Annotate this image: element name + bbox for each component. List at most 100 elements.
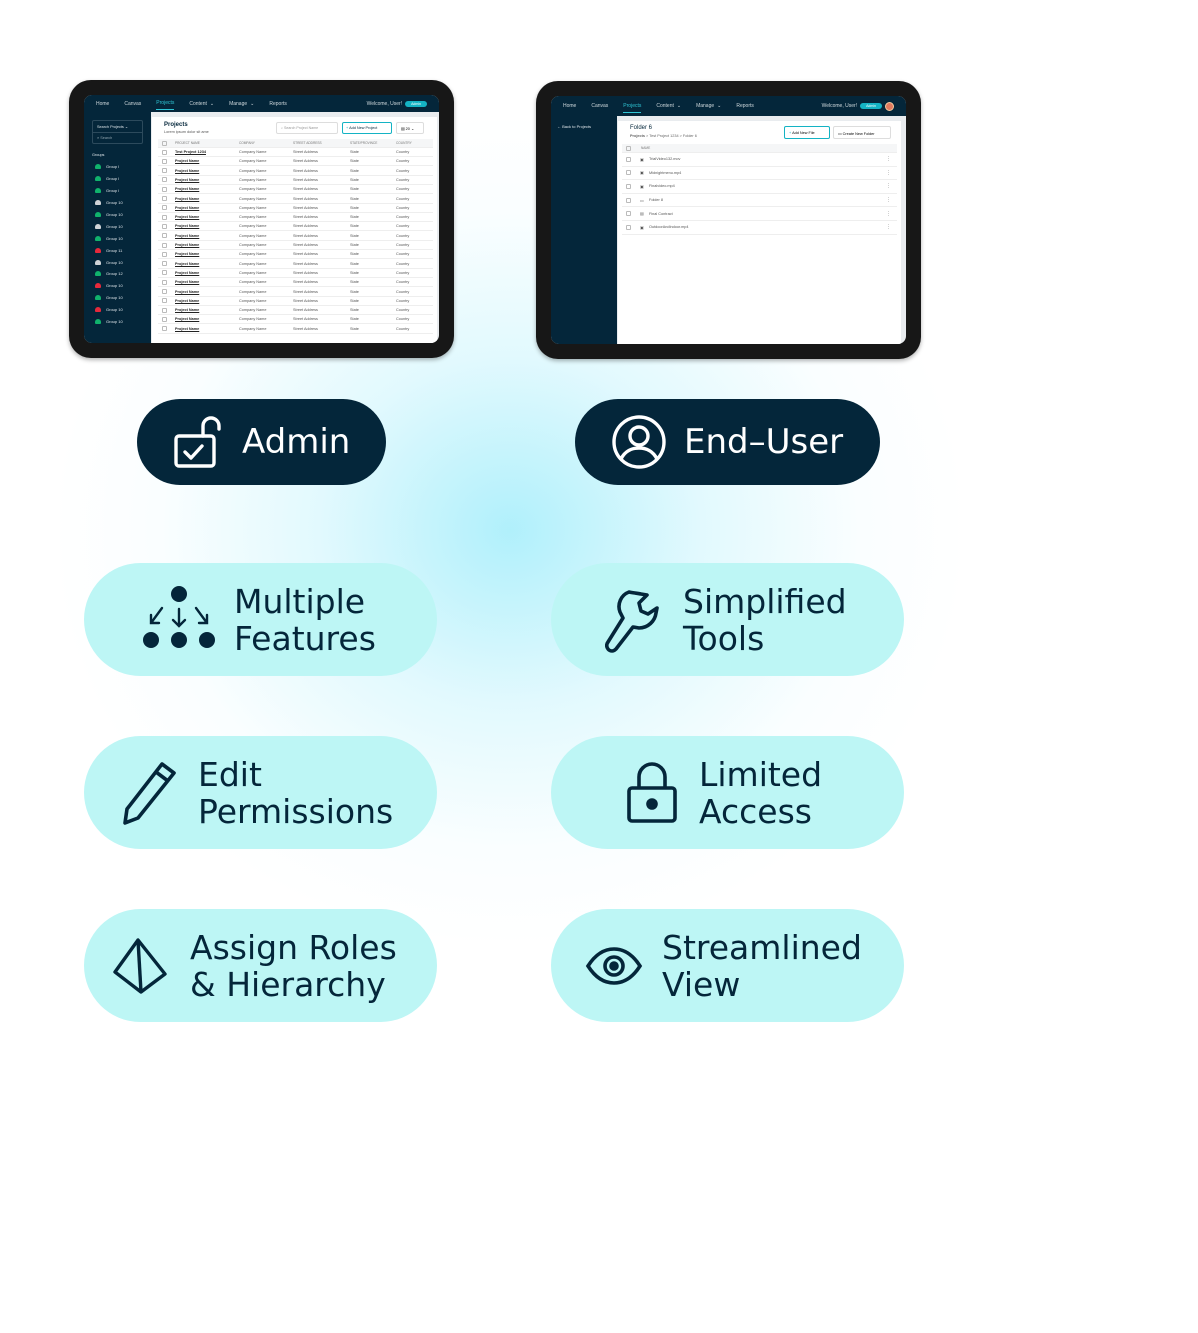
table-row[interactable]: Project Name Company Name Street Address St… [158,222,433,232]
row-checkbox[interactable] [626,156,631,162]
breadcrumb-projects[interactable]: Projects [630,134,645,138]
file-row[interactable]: ▣ TrialVideo132.mov ⋮ [622,153,897,167]
project-name-link[interactable]: Project Name [175,299,199,303]
project-name-link[interactable]: Project Name [175,280,199,284]
row-checkbox[interactable] [162,205,167,211]
project-name-link[interactable]: Project Name [175,215,199,219]
row-checkbox[interactable] [162,289,167,294]
search-projects-select[interactable]: Search Projects ⌄ ⌕ Search [92,120,143,144]
project-search-input[interactable]: ⌕ Search Project Name [276,122,338,134]
more-options-icon[interactable]: ⋮ [886,170,891,176]
project-name-link[interactable]: Project Name [175,178,199,182]
nav-reports[interactable]: Reports [269,101,287,107]
nav-reports[interactable]: Reports [736,103,754,109]
table-row[interactable]: Test Project 1234 Company Name Street Addr… [158,148,433,157]
page-size-select[interactable]: ▤ 20 ⌄ [396,122,424,134]
column-header[interactable]: STATE/PROVINCE [350,141,377,145]
table-row[interactable]: Project Name Company Name Street Address St… [158,185,433,195]
more-options-icon[interactable]: ⋮ [886,183,891,189]
project-name-link[interactable]: Project Name [175,308,199,312]
project-name-link[interactable]: Project Name [175,262,199,266]
nav-manage[interactable]: Manage [229,101,247,107]
row-checkbox[interactable] [162,242,167,248]
nav-canvas[interactable]: Canvas [124,101,141,107]
sidebar-group-item[interactable]: Group 10 [92,209,143,221]
row-checkbox[interactable] [626,183,631,189]
table-row[interactable]: Project Name Company Name Street Address St… [158,241,433,250]
file-row[interactable]: ▣ OutdoorAndIndoor.mp4 ⋮ [622,221,897,235]
nav-canvas[interactable]: Canvas [591,103,608,109]
sidebar-group-item[interactable]: Group 10 [92,304,143,316]
column-header[interactable]: COUNTRY [396,141,412,145]
project-name-link[interactable]: Project Name [175,197,199,201]
row-checkbox[interactable] [162,307,167,313]
row-checkbox[interactable] [162,233,167,239]
nav-manage-item[interactable]: Manage ⌄ [696,103,721,109]
sidebar-group-item[interactable]: Group 10 [92,256,143,268]
table-row[interactable]: Project Name Company Name Street Address St… [158,306,433,316]
nav-content-item[interactable]: Content ⌄ [189,101,214,107]
project-name-link[interactable]: Test Project 1234 [175,150,206,154]
row-checkbox[interactable] [162,214,167,220]
table-row[interactable]: Project Name Company Name Street Address St… [158,167,433,176]
row-checkbox[interactable] [162,298,167,304]
sidebar-group-item[interactable]: Group 12 [92,268,143,280]
add-new-file-button[interactable]: + Add New File [784,126,830,139]
file-row[interactable]: ▣ Midnightmenu.mp4 ⋮ [622,167,897,181]
row-checkbox[interactable] [162,326,167,332]
sidebar-group-item[interactable]: Group 10 [92,280,143,292]
more-options-icon[interactable]: ⋮ [886,224,891,230]
back-to-projects-link[interactable]: ← Back to Projects [557,124,611,129]
project-name-link[interactable]: Project Name [175,317,199,321]
table-row[interactable]: Project Name Company Name Street Address St… [158,232,433,241]
table-row[interactable]: Project Name Company Name Street Address St… [158,315,433,325]
table-row[interactable]: Project Name Company Name Street Address St… [158,260,433,269]
project-name-link[interactable]: Project Name [175,206,199,210]
sidebar-group-item[interactable]: Group 10 [92,232,143,244]
breadcrumb-project[interactable]: Test Project 1234 [649,134,678,138]
row-checkbox[interactable] [626,224,631,230]
row-checkbox[interactable] [162,158,167,164]
file-row[interactable]: ▣ Finalvideo.mp4 ⋮ [622,180,897,194]
row-checkbox[interactable] [162,186,167,192]
sidebar-group-item[interactable]: Group 11 [92,244,143,256]
row-checkbox[interactable] [626,170,631,176]
nav-content[interactable]: Content [189,101,207,107]
table-row[interactable]: Project Name Company Name Street Address St… [158,325,433,334]
select-all-checkbox[interactable] [162,140,167,146]
sidebar-group-item[interactable]: Group 10 [92,292,143,304]
nav-manage[interactable]: Manage [696,103,714,109]
table-row[interactable]: Project Name Company Name Street Address St… [158,213,433,223]
sidebar-group-item[interactable]: Group 10 [92,316,143,328]
table-row[interactable]: Project Name Company Name Street Address St… [158,297,433,306]
table-row[interactable]: Project Name Company Name Street Address St… [158,288,433,297]
row-checkbox[interactable] [162,223,167,229]
more-options-icon[interactable]: ⋮ [886,156,891,162]
column-header[interactable]: COMPANY [239,141,255,145]
table-row[interactable]: Project Name Company Name Street Address St… [158,195,433,204]
table-row[interactable]: Project Name Company Name Street Address St… [158,250,433,260]
project-name-link[interactable]: Project Name [175,271,199,275]
project-name-link[interactable]: Project Name [175,159,199,163]
more-options-icon[interactable]: ⋮ [886,197,891,203]
nav-projects[interactable]: Projects [623,100,642,113]
table-row[interactable]: Project Name Company Name Street Address St… [158,176,433,185]
row-checkbox[interactable] [162,279,167,285]
table-row[interactable]: Project Name Company Name Street Address St… [158,278,433,288]
project-name-link[interactable]: Project Name [175,243,199,247]
project-name-link[interactable]: Project Name [175,169,199,173]
nav-projects[interactable]: Projects [156,97,175,110]
sidebar-search-input[interactable]: ⌕ Search [93,133,142,143]
row-checkbox[interactable] [626,197,631,203]
row-checkbox[interactable] [626,211,631,217]
project-name-link[interactable]: Project Name [175,252,199,256]
nav-content[interactable]: Content [656,103,674,109]
more-options-icon[interactable]: ⋮ [886,211,891,217]
column-header[interactable]: STREET ADDRESS [293,141,322,145]
row-checkbox[interactable] [162,196,167,201]
nav-manage-item[interactable]: Manage ⌄ [229,101,254,107]
select-all-checkbox[interactable] [626,145,631,151]
row-checkbox[interactable] [162,251,167,257]
file-row[interactable]: ▤ Final Contract ⋮ [622,207,897,221]
project-name-link[interactable]: Project Name [175,187,199,191]
